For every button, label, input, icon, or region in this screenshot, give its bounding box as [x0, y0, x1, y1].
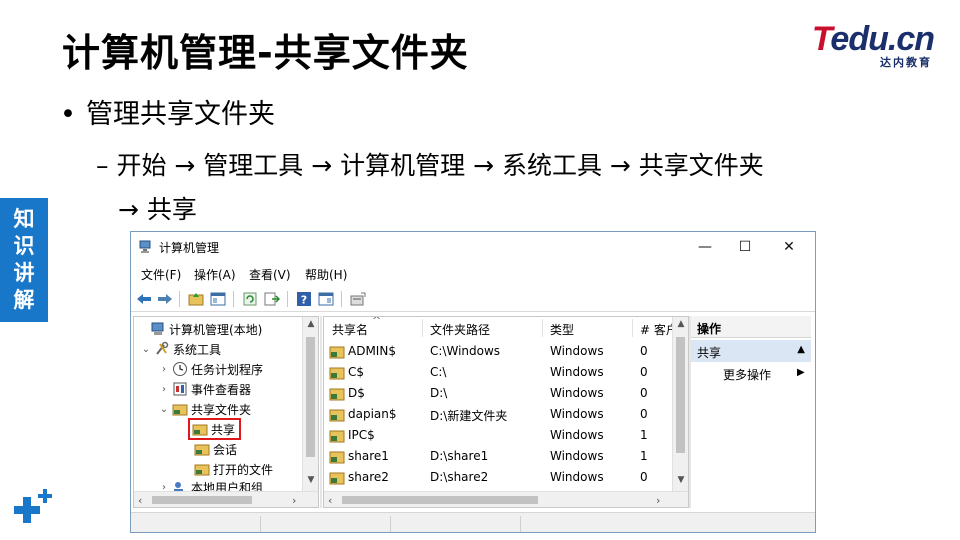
show-tree-icon[interactable] [209, 290, 227, 308]
admin-share-icon [329, 388, 345, 401]
column-type[interactable]: 类型 [550, 321, 574, 338]
scroll-down-icon[interactable]: ▼ [303, 475, 318, 485]
tree-hscroll-thumb[interactable] [152, 496, 252, 504]
menu-bar: 文件(F) 操作(A) 查看(V) 帮助(H) [131, 263, 815, 285]
status-bar [131, 512, 815, 532]
table-row[interactable]: share1 D:\share1 Windows 1 [324, 446, 672, 467]
refresh-icon[interactable] [241, 290, 259, 308]
system-tools-icon [156, 341, 169, 355]
computer-management-icon [151, 322, 164, 335]
table-row[interactable]: D$ D:\ Windows 0 [324, 383, 672, 404]
admin-share-icon [329, 346, 345, 359]
event-viewer-icon [173, 382, 187, 396]
table-row[interactable]: C$ C:\ Windows 0 [324, 362, 672, 383]
title-bar[interactable]: 计算机管理 — ☐ ✕ [131, 232, 815, 262]
more-actions-item[interactable]: 更多操作 ▶ [723, 366, 805, 383]
list-horizontal-scrollbar[interactable]: ‹ › [324, 491, 688, 507]
list-vertical-scrollbar[interactable]: ▲ ▼ [672, 317, 688, 491]
tree-item-event-viewer[interactable]: › 事件查看器 [158, 379, 251, 399]
tree-item-sessions[interactable]: 会话 [192, 439, 237, 459]
bullet-path-line1: – 开始 → 管理工具 → 计算机管理 → 系统工具 → 共享文件夹 [96, 151, 764, 180]
forward-arrow-icon[interactable] [156, 290, 174, 308]
tree-scroll-thumb[interactable] [306, 337, 315, 457]
new-share-icon[interactable] [349, 290, 367, 308]
toolbar: ? [131, 286, 815, 312]
tree-item-shares[interactable]: 共享 [188, 418, 242, 440]
scroll-up-icon[interactable]: ▲ [303, 319, 318, 329]
tree-horizontal-scrollbar[interactable]: ‹ › [134, 491, 318, 507]
task-scheduler-icon [173, 362, 187, 376]
plus-decoration-icon [14, 489, 52, 523]
bullet-main: • 管理共享文件夹 [60, 99, 275, 130]
tree-item-task-scheduler[interactable]: › 任务计划程序 [158, 359, 263, 379]
list-hscroll-thumb[interactable] [342, 496, 538, 504]
maximize-button[interactable]: ☐ [725, 235, 765, 259]
shares-icon [192, 424, 208, 436]
shared-folders-icon [172, 404, 188, 416]
tree-item-open-files[interactable]: 打开的文件 [192, 459, 273, 479]
sessions-icon [194, 444, 210, 456]
submenu-arrow-icon: ▶ [797, 367, 805, 378]
svg-text:?: ? [301, 294, 307, 307]
collapse-arrow-icon: ▲ [797, 344, 805, 355]
table-row[interactable]: dapian$ D:\新建文件夹 Windows 0 [324, 404, 672, 425]
export-icon[interactable] [263, 290, 281, 308]
back-arrow-icon[interactable] [135, 290, 153, 308]
admin-share-icon [329, 367, 345, 380]
actions-header: 操作 [691, 316, 811, 338]
share-folder-icon [329, 409, 345, 422]
menu-help[interactable]: 帮助(H) [305, 266, 347, 283]
column-share-name[interactable]: 共享名 ^ [332, 317, 381, 338]
tree-item-system-tools[interactable]: ⌄ 系统工具 [140, 339, 221, 359]
knowledge-tab: 知 识 讲 解 [0, 198, 48, 322]
scroll-right-icon[interactable]: › [656, 494, 660, 507]
shares-list-pane: 共享名^ 文件夹路径 类型 # 客户 ADMIN$ C:\Windows Win… [323, 316, 689, 508]
tree-vertical-scrollbar[interactable]: ▲ ▼ [302, 317, 318, 491]
table-row[interactable]: IPC$ Windows 1 [324, 425, 672, 446]
column-folder-path[interactable]: 文件夹路径 [430, 321, 490, 338]
scroll-left-icon[interactable]: ‹ [328, 494, 332, 507]
menu-file[interactable]: 文件(F) [141, 266, 181, 283]
help-icon[interactable]: ? [295, 290, 313, 308]
bullet-dot-icon: • [60, 99, 76, 130]
sort-ascending-icon: ^ [372, 316, 382, 327]
list-scroll-thumb[interactable] [676, 337, 685, 453]
close-button[interactable]: ✕ [769, 235, 809, 259]
column-clients[interactable]: # 客户 [640, 321, 672, 338]
tree-item-shared-folders[interactable]: ⌄ 共享文件夹 [158, 399, 251, 419]
open-files-icon [194, 464, 210, 476]
window-title: 计算机管理 [159, 241, 220, 255]
table-row[interactable]: share2 D:\share2 Windows 0 [324, 467, 672, 488]
tedu-logo: Tedu.cn 达内教育 [802, 20, 935, 69]
share-folder-icon [329, 430, 345, 443]
minimize-button[interactable]: — [685, 235, 725, 259]
computer-management-icon [139, 240, 151, 253]
properties-icon[interactable] [317, 290, 335, 308]
share-folder-icon [329, 451, 345, 464]
table-row[interactable]: ADMIN$ C:\Windows Windows 0 [324, 341, 672, 362]
scroll-down-icon[interactable]: ▼ [673, 475, 688, 485]
actions-section-shares[interactable]: 共享 ▲ [691, 340, 811, 362]
logo-subtitle: 达内教育 [880, 56, 932, 69]
actions-pane: 操作 共享 ▲ 更多操作 ▶ [691, 316, 813, 508]
bullet-path-line2: → 共享 [118, 195, 197, 224]
tree-item-computer-management[interactable]: 计算机管理(本地) [136, 319, 262, 339]
tree-pane: 计算机管理(本地) ⌄ 系统工具 › 任务计划程序 › 事件查看器 ⌄ 共享文件… [133, 316, 319, 508]
share-folder-icon [329, 472, 345, 485]
menu-action[interactable]: 操作(A) [194, 266, 236, 283]
computer-management-window: 计算机管理 — ☐ ✕ 文件(F) 操作(A) 查看(V) 帮助(H) ? 计算… [130, 231, 816, 533]
scroll-left-icon[interactable]: ‹ [138, 494, 142, 507]
scroll-right-icon[interactable]: › [292, 494, 296, 507]
scroll-up-icon[interactable]: ▲ [673, 319, 688, 329]
slide-title: 计算机管理-共享文件夹 [62, 31, 469, 75]
up-folder-icon[interactable] [187, 290, 205, 308]
menu-view[interactable]: 查看(V) [249, 266, 291, 283]
